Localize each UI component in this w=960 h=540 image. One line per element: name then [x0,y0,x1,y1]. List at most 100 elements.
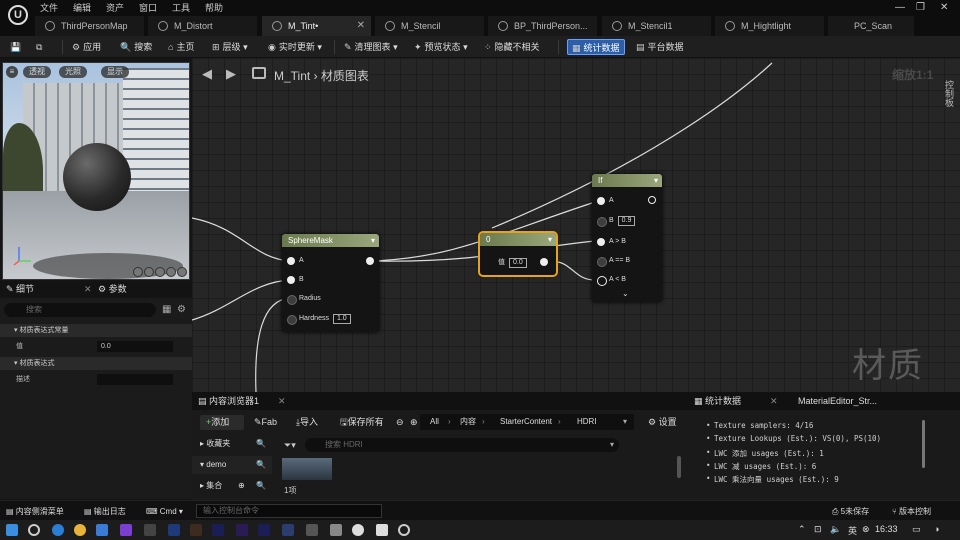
hierarchy-button[interactable]: ⊞ 层级 ▾ [212,39,248,55]
app-icon[interactable] [282,524,294,536]
live-update-button[interactable]: ◉ 实时更新 ▾ [268,39,322,55]
app-icon[interactable] [376,524,388,536]
pin-a[interactable]: A [597,196,614,206]
search-icon[interactable]: 🔍 [256,435,266,453]
volume-icon[interactable]: 🔈 [830,524,841,535]
tray-chevron-icon[interactable]: ⌃ [798,524,806,535]
tab-details-close[interactable]: ✕ [84,281,92,298]
pin-radius[interactable]: Radius [287,294,321,305]
palette-side-tab[interactable]: 控制板 [942,80,956,140]
close-window-icon[interactable]: ✕ [940,2,948,13]
close-tab-icon[interactable]: ✕ [357,16,365,36]
perspective-button[interactable]: 透视 [23,66,51,78]
clock[interactable]: 16:33 [875,524,898,534]
clean-graph-button[interactable]: ✎ 清理图表 ▾ [344,39,398,55]
preview-shape-plane-icon[interactable] [155,267,165,277]
preview-shape-custom-icon[interactable] [177,267,187,277]
spheremask-node[interactable]: SphereMask ▾ A B Radius Hardness 1.0 [282,234,379,332]
pin-b[interactable]: B [287,275,304,285]
app-icon[interactable] [258,524,270,536]
pin-a-equals-b[interactable]: A == B [597,256,630,267]
section-material-constant[interactable]: ▾ 材质表达式常量 [0,324,192,337]
crumb-startercontent[interactable]: StarterContent [500,414,552,430]
tab-m-stencil[interactable]: M_Stencil [375,16,485,36]
value-field[interactable]: 0.0 [97,341,173,352]
photoshop-icon[interactable] [168,524,180,536]
show-button[interactable]: 显示 [101,66,129,78]
hardness-value-field[interactable]: 1.0 [332,314,351,324]
menu-file[interactable]: 文件 [40,1,73,13]
console-command-input[interactable]: 输入控制台命令 [196,504,382,518]
platform-stats-button[interactable]: ▤ 平台数据 [636,39,684,55]
material-graph[interactable]: ◀ ▶ M_Tint › 材质图表 缩放1:1 材质 控制板 SphereMas… [192,58,960,392]
source-control-button[interactable]: ⑂ 版本控制 [892,505,931,518]
asset-thumbnail[interactable] [282,458,332,480]
maximize-icon[interactable]: ❐ [916,2,925,13]
settings-button[interactable]: ⚙ 设置 [648,415,677,430]
menu-edit[interactable]: 编辑 [73,1,106,13]
menu-tools[interactable]: 工具 [172,1,205,13]
crumb-hdri[interactable]: HDRI [577,414,597,430]
copilot-icon[interactable]: ◑ [934,524,939,534]
path-dropdown-icon[interactable]: ▾ [623,414,627,430]
network-icon[interactable]: ⊡ [814,524,822,535]
constant-value-field[interactable]: 0.0 [509,258,527,268]
app-icon[interactable] [306,524,318,536]
app-icon[interactable] [120,524,132,536]
crumb-all[interactable]: All [430,414,439,430]
table-view-icon[interactable]: ▦ [162,304,171,315]
close-tab-icon[interactable]: ✕ [278,392,286,410]
tab-parameters[interactable]: ⚙ 参数 [98,281,127,298]
apply-button[interactable]: ⚙ 应用 [72,39,101,55]
search-icon[interactable] [28,524,40,536]
fab-button[interactable]: ✎Fab [254,415,277,430]
tab-m-hightlight[interactable]: M_Hightlight [715,16,825,36]
crumb-content[interactable]: 内容 [460,414,476,430]
constant-node[interactable]: 0 ▾ 值 0.0 [478,231,558,277]
desc-field[interactable] [97,374,173,385]
premiere-icon[interactable] [236,524,248,536]
menu-assets[interactable]: 资产 [106,1,139,13]
search-icon[interactable]: 🔍 [256,456,266,474]
collections-section[interactable]: ▸ 集合 ⊕ 🔍 [192,477,272,495]
favorites-section[interactable]: ▸ 收藏夹 🔍 [192,435,272,453]
content-drawer-button[interactable]: ▤ 内容侧滑菜单 [6,505,64,518]
preview-shape-cylinder-icon[interactable] [144,267,154,277]
collapse-icon[interactable]: ▾ [654,174,658,187]
menu-window[interactable]: 窗口 [139,1,172,13]
lit-button[interactable]: 光照 [59,66,87,78]
preview-viewport[interactable]: ≡ 透视 光照 显示 [2,62,190,280]
cmd-dropdown[interactable]: ⌨ Cmd ▾ [146,505,183,518]
settings-gear-icon[interactable]: ⚙ [177,304,186,315]
scrollbar[interactable] [677,456,681,478]
forward-arrow-icon[interactable]: ▶ [226,66,236,82]
collapse-icon[interactable]: ▾ [371,234,375,247]
preview-shape-cube-icon[interactable] [166,267,176,277]
illustrator-icon[interactable] [190,524,202,536]
tab-material-editor-stats[interactable]: MaterialEditor_Str... [798,392,877,410]
output-pin[interactable] [540,258,548,266]
tab-m-stencil1[interactable]: M_Stencil1 [602,16,712,36]
tab-content-browser[interactable]: ▤ 内容浏览器1 [198,392,259,410]
history-forward-icon[interactable]: ⊕ [410,415,418,430]
asset-search-input[interactable]: 搜索 HDRI [305,438,619,452]
pin-a-less-b[interactable]: A < B [597,275,626,286]
tab-bp-thirdperson[interactable]: BP_ThirdPerson... [488,16,598,36]
preview-state-button[interactable]: ✦ 预览状态 ▾ [414,39,468,55]
minimize-icon[interactable]: — [895,2,905,13]
expand-chevron-icon[interactable]: ⌄ [622,289,629,298]
app-icon[interactable] [96,524,108,536]
pin-hardness[interactable]: Hardness 1.0 [287,314,351,325]
add-button[interactable]: +添加 [200,415,244,430]
output-log-button[interactable]: ▤ 输出日志 [84,505,126,518]
search-icon[interactable]: 🔍 [256,477,266,495]
tab-thirdpersonmap[interactable]: ThirdPersonMap [35,16,145,36]
breadcrumb-asset[interactable]: M_Tint [274,69,310,83]
notification-icon[interactable]: ▭ [912,524,921,535]
details-search-input[interactable]: 搜索 [4,303,156,317]
app-icon[interactable] [330,524,342,536]
unreal-logo-icon[interactable]: U [8,5,28,25]
pin-a-greater-b[interactable]: A > B [597,237,626,247]
unreal-taskbar-icon[interactable] [352,524,364,536]
output-pin[interactable] [648,196,656,204]
